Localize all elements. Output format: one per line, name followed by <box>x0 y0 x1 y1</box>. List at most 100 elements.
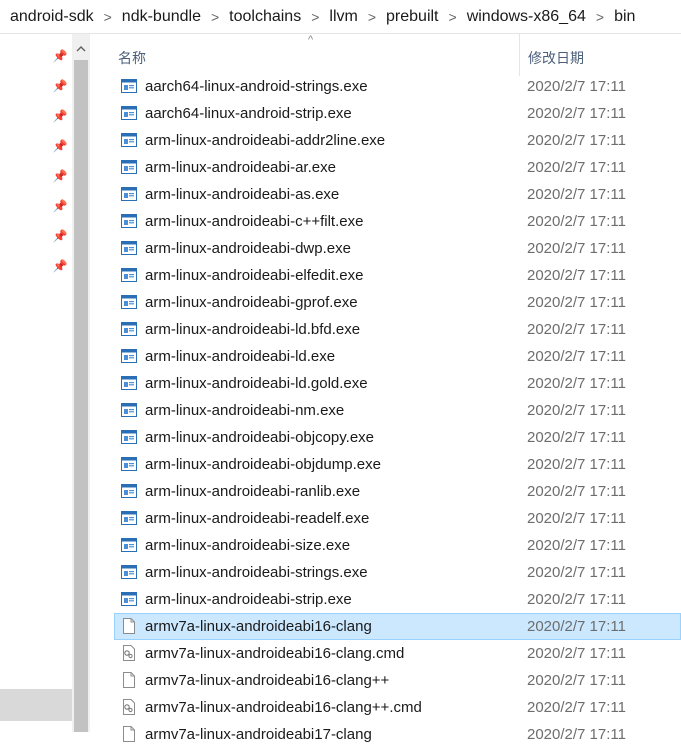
file-row[interactable]: armv7a-linux-androideabi16-clang 2020/2/7… <box>90 613 681 640</box>
file-name[interactable]: armv7a-linux-androideabi17-clang <box>145 726 372 743</box>
breadcrumb-separator-icon[interactable]: > <box>307 9 323 25</box>
file-name[interactable]: arm-linux-androideabi-size.exe <box>145 537 350 554</box>
breadcrumb-separator-icon[interactable]: > <box>207 9 223 25</box>
file-date-modified: 2020/2/7 17:11 <box>527 348 626 365</box>
breadcrumb-item[interactable]: android-sdk <box>0 8 100 26</box>
file-row[interactable]: arm-linux-androideabi-addr2line.exe 2020/… <box>90 127 681 154</box>
file-date-modified: 2020/2/7 17:11 <box>527 105 626 122</box>
address-breadcrumb[interactable]: android-sdk > ndk-bundle > toolchains > llvm > p… <box>0 0 681 34</box>
file-row[interactable]: arm-linux-androideabi-gprof.exe 2020/2/7 … <box>90 289 681 316</box>
file-name[interactable]: arm-linux-androideabi-strings.exe <box>145 564 368 581</box>
file-name[interactable]: arm-linux-androideabi-elfedit.exe <box>145 267 363 284</box>
file-row[interactable]: arm-linux-androideabi-nm.exe 2020/2/7 17:… <box>90 397 681 424</box>
file-name[interactable]: arm-linux-androideabi-objcopy.exe <box>145 429 374 446</box>
file-row[interactable]: arm-linux-androideabi-ranlib.exe 2020/2/7… <box>90 478 681 505</box>
exe-icon <box>121 295 137 309</box>
file-name[interactable]: arm-linux-androideabi-ld.gold.exe <box>145 375 368 392</box>
breadcrumb-separator-icon[interactable]: > <box>592 9 608 25</box>
exe-icon <box>121 187 137 201</box>
file-name[interactable]: aarch64-linux-android-strings.exe <box>145 78 368 95</box>
file-name[interactable]: arm-linux-androideabi-ar.exe <box>145 159 336 176</box>
exe-icon <box>121 79 137 93</box>
breadcrumb-item[interactable]: llvm <box>323 8 363 26</box>
file-row[interactable]: arm-linux-androideabi-as.exe 2020/2/7 17:… <box>90 181 681 208</box>
file-row[interactable]: arm-linux-androideabi-ld.gold.exe 2020/2/… <box>90 370 681 397</box>
file-row[interactable]: arm-linux-androideabi-c++filt.exe 2020/2/… <box>90 208 681 235</box>
file-row[interactable]: armv7a-linux-androideabi17-clang 2020/2/7… <box>90 721 681 748</box>
file-row[interactable]: arm-linux-androideabi-readelf.exe 2020/2/… <box>90 505 681 532</box>
file-name[interactable]: arm-linux-androideabi-ld.exe <box>145 348 335 365</box>
file-date-modified: 2020/2/7 17:11 <box>527 78 626 95</box>
column-header-date-modified[interactable]: 修改日期 <box>528 48 584 68</box>
file-name[interactable]: arm-linux-androideabi-ranlib.exe <box>145 483 360 500</box>
file-row[interactable]: aarch64-linux-android-strip.exe 2020/2/7 … <box>90 100 681 127</box>
file-row[interactable]: arm-linux-androideabi-objdump.exe 2020/2/… <box>90 451 681 478</box>
scrollbar-thumb[interactable] <box>74 60 88 732</box>
column-header-name[interactable]: 名称 <box>118 48 146 68</box>
file-name[interactable]: armv7a-linux-androideabi16-clang.cmd <box>145 645 404 662</box>
exe-icon <box>121 106 137 120</box>
pin-icon: 📌 <box>52 79 68 93</box>
file-name[interactable]: arm-linux-androideabi-dwp.exe <box>145 240 351 257</box>
file-name[interactable]: arm-linux-androideabi-gprof.exe <box>145 294 358 311</box>
breadcrumb-separator-icon[interactable]: > <box>100 9 116 25</box>
exe-icon <box>121 592 137 606</box>
file-date-modified: 2020/2/7 17:11 <box>527 159 626 176</box>
file-row[interactable]: aarch64-linux-android-strings.exe 2020/2/… <box>90 73 681 100</box>
file-name[interactable]: armv7a-linux-androideabi16-clang++ <box>145 672 389 689</box>
breadcrumb-item[interactable]: ndk-bundle <box>116 8 207 26</box>
file-date-modified: 2020/2/7 17:11 <box>527 726 626 743</box>
pin-icon: 📌 <box>52 229 68 243</box>
file-name[interactable]: arm-linux-androideabi-nm.exe <box>145 402 344 419</box>
file-row[interactable]: armv7a-linux-androideabi16-clang++ 2020/2… <box>90 667 681 694</box>
breadcrumb-separator-icon[interactable]: > <box>445 9 461 25</box>
file-row[interactable]: arm-linux-androideabi-objcopy.exe 2020/2/… <box>90 424 681 451</box>
pin-icon: 📌 <box>52 49 68 63</box>
file-row[interactable]: armv7a-linux-androideabi16-clang.cmd 2020… <box>90 640 681 667</box>
file-row[interactable]: arm-linux-androideabi-ld.exe 2020/2/7 17:… <box>90 343 681 370</box>
exe-icon <box>121 538 137 552</box>
file-row[interactable]: arm-linux-androideabi-size.exe 2020/2/7 1… <box>90 532 681 559</box>
navigation-pane[interactable]: 📌 📌 📌 📌 📌 📌 📌 📌 <box>0 34 72 732</box>
breadcrumb-item[interactable]: windows-x86_64 <box>461 8 592 26</box>
file-icon <box>121 618 137 634</box>
file-name[interactable]: armv7a-linux-androideabi16-clang++.cmd <box>145 699 422 716</box>
file-name[interactable]: armv7a-linux-androideabi16-clang <box>145 618 372 635</box>
file-name[interactable]: arm-linux-androideabi-addr2line.exe <box>145 132 385 149</box>
exe-icon <box>121 457 137 471</box>
file-row[interactable]: arm-linux-androideabi-strings.exe 2020/2/… <box>90 559 681 586</box>
file-date-modified: 2020/2/7 17:11 <box>527 132 626 149</box>
file-date-modified: 2020/2/7 17:11 <box>527 267 626 284</box>
exe-icon <box>121 403 137 417</box>
breadcrumb-item[interactable]: toolchains <box>223 8 307 26</box>
scroll-up-arrow-icon[interactable] <box>72 40 90 58</box>
file-name[interactable]: arm-linux-androideabi-ld.bfd.exe <box>145 321 360 338</box>
file-row[interactable]: armv7a-linux-androideabi16-clang++.cmd 20… <box>90 694 681 721</box>
nav-scrollbar[interactable] <box>72 34 90 732</box>
cmd-file-icon <box>121 699 137 715</box>
file-row[interactable]: arm-linux-androideabi-ld.bfd.exe 2020/2/7… <box>90 316 681 343</box>
file-date-modified: 2020/2/7 17:11 <box>527 240 626 257</box>
file-name[interactable]: arm-linux-androideabi-strip.exe <box>145 591 352 608</box>
file-row[interactable]: arm-linux-androideabi-elfedit.exe 2020/2/… <box>90 262 681 289</box>
file-row[interactable]: arm-linux-androideabi-ar.exe 2020/2/7 17:… <box>90 154 681 181</box>
file-name[interactable]: aarch64-linux-android-strip.exe <box>145 105 352 122</box>
breadcrumb-separator-icon[interactable]: > <box>364 9 380 25</box>
file-row[interactable]: arm-linux-androideabi-strip.exe 2020/2/7 … <box>90 586 681 613</box>
column-divider[interactable] <box>519 34 520 76</box>
exe-icon <box>121 133 137 147</box>
exe-icon <box>121 349 137 363</box>
file-row[interactable]: arm-linux-androideabi-dwp.exe 2020/2/7 17… <box>90 235 681 262</box>
file-name[interactable]: arm-linux-androideabi-readelf.exe <box>145 510 369 527</box>
nav-selected-item[interactable] <box>0 689 72 721</box>
file-date-modified: 2020/2/7 17:11 <box>527 483 626 500</box>
file-date-modified: 2020/2/7 17:11 <box>527 294 626 311</box>
file-list[interactable]: ^ 名称 修改日期 aarch64-linux-android-strings.… <box>90 34 681 743</box>
file-name[interactable]: arm-linux-androideabi-objdump.exe <box>145 456 381 473</box>
file-name[interactable]: arm-linux-androideabi-as.exe <box>145 186 339 203</box>
breadcrumb-item[interactable]: bin <box>608 8 641 26</box>
file-date-modified: 2020/2/7 17:11 <box>527 564 626 581</box>
file-name[interactable]: arm-linux-androideabi-c++filt.exe <box>145 213 363 230</box>
file-rows: aarch64-linux-android-strings.exe 2020/2/… <box>90 73 681 748</box>
breadcrumb-item[interactable]: prebuilt <box>380 8 444 26</box>
